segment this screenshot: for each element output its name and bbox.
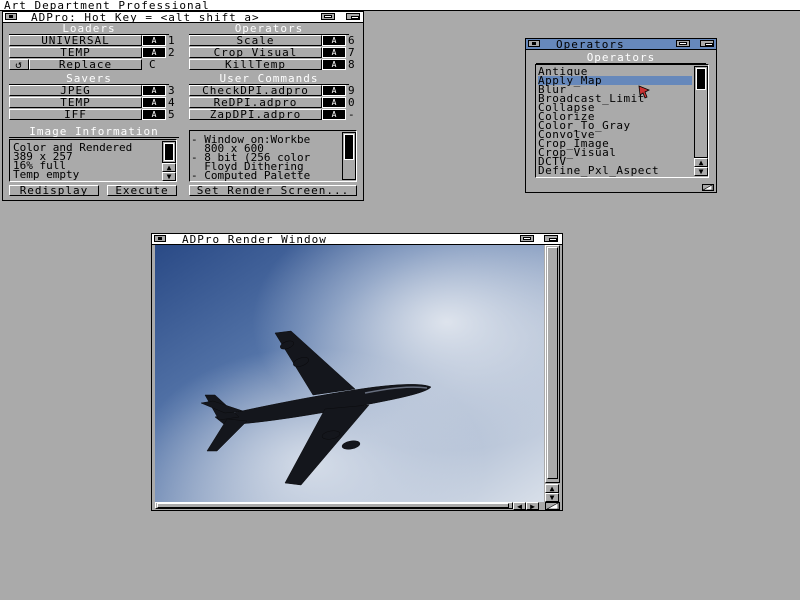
hotkey-number: 2 [168,46,175,59]
hotkey-icon[interactable]: A [322,59,346,70]
savers-heading: Savers [9,73,169,85]
screen-info-box: - Window on:Workbe 800 x 600 - 8 bit (25… [189,130,357,182]
execute-button[interactable]: Execute [107,185,177,196]
hotkey-icon[interactable]: A [322,47,346,58]
zoom-gadget-icon[interactable] [520,235,534,242]
replace-button[interactable]: Replace [29,59,142,70]
scroll-up-arrow-icon[interactable]: ▲ [694,158,708,167]
loader-button-temp[interactable]: TEMP [9,47,142,58]
scroll-left-arrow-icon[interactable]: ◀ [513,502,526,511]
resize-gadget-icon[interactable] [702,184,714,191]
redisplay-button[interactable]: Redisplay [9,185,99,196]
user-command-button-zapdpi[interactable]: ZapDPI.adpro [189,109,322,120]
operators-list-heading: Operators [536,52,706,64]
resize-gadget-icon[interactable] [545,502,560,510]
operator-button-crop-visual[interactable]: Crop_Visual [189,47,322,58]
image-info-box: Color and Rendered 389 x 257 16% full Te… [9,139,177,182]
saver-button-iff[interactable]: IFF [9,109,142,120]
hotkey-icon[interactable]: A [322,109,346,120]
replace-cycle-icon[interactable]: ↺ [9,59,29,70]
hotkey-icon[interactable]: A [142,109,166,120]
loader-button-universal[interactable]: UNIVERSAL [9,35,142,46]
hotkey-number: 3 [168,84,175,97]
hotkey-icon[interactable]: A [322,35,346,46]
operators-window-titlebar[interactable]: Operators [526,38,716,51]
operators-list-items: Antique Apply_Map Blur Broadcast_Limit Colla… [536,67,692,177]
operators-list-scrollbar[interactable] [694,66,708,158]
operator-button-killtemp[interactable]: KillTemp [189,59,322,70]
scroll-right-arrow-icon[interactable]: ▶ [526,502,539,511]
operators-list: Antique Apply_Map Blur Broadcast_Limit Colla… [535,64,709,178]
loaders-heading: Loaders [9,23,169,35]
hotkey-number: 5 [168,108,175,121]
close-gadget-icon[interactable] [528,40,540,47]
render-vertical-scrollbar[interactable] [545,245,560,483]
image-info-scrollbar[interactable] [162,141,176,163]
render-window: ADPro Render Window ▲ ▼ ◀ ▶ [151,233,563,511]
rendered-airplane-image [155,245,544,502]
close-gadget-icon[interactable] [5,13,17,20]
hotkey-icon[interactable]: A [322,85,346,96]
depth-gadget-icon[interactable] [346,13,360,20]
user-commands-heading: User Commands [189,73,349,85]
render-window-titlebar[interactable]: ADPro Render Window [152,233,562,246]
mouse-pointer-icon [638,85,650,99]
screen-info-line: - Computed Palette [191,170,311,181]
zoom-gadget-icon[interactable] [676,40,690,47]
operators-window: Operators Operators Antique Apply_Map Blur… [525,38,717,193]
zoom-gadget-icon[interactable] [321,13,335,20]
depth-gadget-icon[interactable] [544,235,558,242]
scroll-down-arrow-icon[interactable]: ▼ [162,172,176,181]
hotkey-icon[interactable]: A [322,97,346,108]
close-gadget-icon[interactable] [154,235,166,242]
scroll-knob[interactable] [547,247,558,479]
screen-title-bar: Art Department Professional [0,0,800,12]
hotkey-number: - [348,108,355,121]
hotkey-icon[interactable]: A [142,35,166,46]
hotkey-number: 8 [348,58,355,71]
scroll-knob[interactable] [157,503,509,508]
hotkey-number: 4 [168,96,175,109]
operator-button-scale[interactable]: Scale [189,35,322,46]
scroll-knob[interactable] [344,134,354,160]
saver-button-jpeg[interactable]: JPEG [9,85,142,96]
scroll-knob[interactable] [696,68,706,90]
operator-list-item[interactable]: Define_Pxl_Aspect [538,165,692,176]
image-information-heading: Image Information [9,126,179,138]
depth-gadget-icon[interactable] [700,40,714,47]
operators-heading: Operators [189,23,349,35]
hotkey-number: 0 [348,96,355,109]
hotkey-icon[interactable]: A [142,85,166,96]
hotkey-icon[interactable]: A [142,47,166,58]
hotkey-number: 7 [348,46,355,59]
screen-info-scrollbar[interactable] [342,132,356,180]
hotkey-icon[interactable]: A [142,97,166,108]
main-window-titlebar[interactable]: ADPro: Hot Key = <alt shift a> [3,11,363,24]
scroll-down-arrow-icon[interactable]: ▼ [694,167,708,176]
scroll-down-arrow-icon[interactable]: ▼ [545,493,559,502]
scroll-knob[interactable] [164,143,174,161]
saver-button-temp[interactable]: TEMP [9,97,142,108]
hotkey-number: 6 [348,34,355,47]
image-info-line: Temp empty [13,168,80,181]
render-horizontal-scrollbar[interactable] [155,502,513,509]
operators-window-title: Operators [556,38,625,51]
hotkey-number: 9 [348,84,355,97]
user-command-button-checkdpi[interactable]: CheckDPI.adpro [189,85,322,96]
set-render-screen-button[interactable]: Set Render Screen... [189,185,357,196]
scroll-up-arrow-icon[interactable]: ▲ [545,484,559,493]
scroll-up-arrow-icon[interactable]: ▲ [162,163,176,172]
replace-checkbox[interactable]: C [149,59,156,70]
hotkey-number: 1 [168,34,175,47]
adpro-main-window: ADPro: Hot Key = <alt shift a> Loaders U… [2,11,364,201]
user-command-button-redpi[interactable]: ReDPI.adpro [189,97,322,108]
